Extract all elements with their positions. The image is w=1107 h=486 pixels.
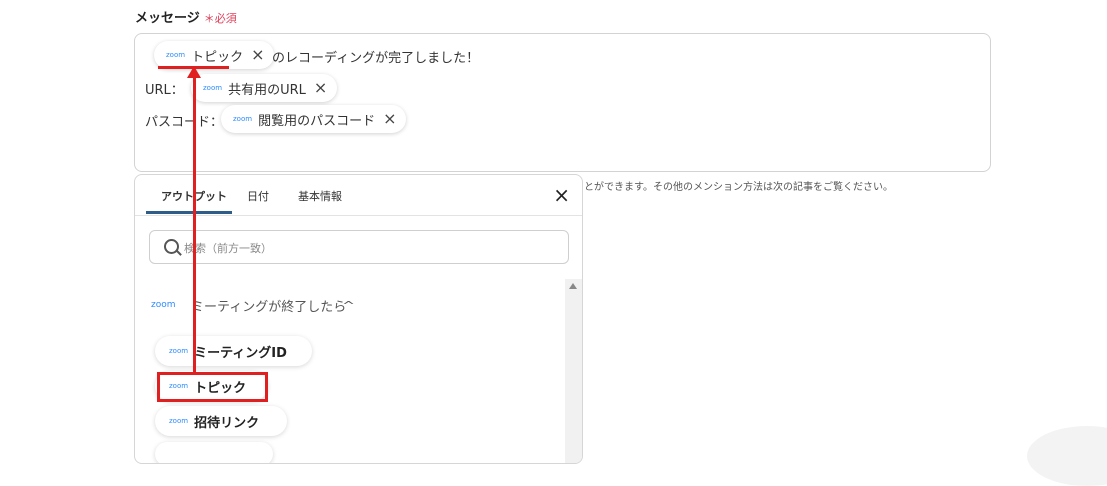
zoom-icon: zoom [166,51,186,59]
output-item-label: 招待リンク [194,415,260,431]
required-badge: ＊必須 [203,12,237,25]
chip-share-url-label: 共有用のURL [228,82,306,98]
zoom-logo-icon: zoom [151,300,176,310]
tab-bar: アウトプット 日付 基本情報 × [135,175,582,216]
output-item-invite-link[interactable]: zoom 招待リンク [155,406,287,436]
message-field-label: メッセージ ＊必須 [135,7,237,26]
chip-passcode-label: 閲覧用のパスコード [258,113,376,129]
scroll-up-icon[interactable] [569,283,577,289]
message-editor[interactable]: zoom トピック × のレコーディングが完了しました！ URL： zoom 共… [134,33,991,172]
search-placeholder: 検索（前方一致） [184,242,272,255]
chip-share-url[interactable]: zoom 共有用のURL × [191,74,338,102]
help-text: とができます。その他のメンション方法は次の記事をご覧ください。 [584,182,893,193]
chip-remove-icon[interactable]: × [251,47,264,63]
zoom-icon: zoom [233,115,253,123]
scrollbar[interactable] [565,279,582,463]
search-input[interactable]: 検索（前方一致） [149,230,569,264]
output-item-meeting-id[interactable]: zoom ミーティングID [155,336,312,366]
active-tab-indicator [146,211,232,214]
chip-passcode[interactable]: zoom 閲覧用のパスコード × [221,105,407,133]
zoom-icon: zoom [169,347,189,355]
annotation-arrow-shaft [193,76,196,373]
output-item-partial[interactable] [155,442,273,463]
zoom-icon: zoom [169,417,189,425]
annotation-arrow-head [187,66,201,78]
chip-remove-icon[interactable]: × [383,111,396,127]
chip-remove-icon[interactable]: × [314,80,327,96]
close-icon[interactable]: × [553,183,570,207]
output-picker-panel: アウトプット 日付 基本情報 × 検索（前方一致） zoom ミーティングが終了… [134,174,583,464]
message-label-text: メッセージ [135,11,200,26]
zoom-icon: zoom [203,84,223,92]
search-icon [164,239,179,254]
chip-topic-label: トピック [191,49,244,65]
chip-topic[interactable]: zoom トピック × [154,41,275,69]
editor-text-line1: のレコーディングが完了しました！ [272,51,480,66]
tab-date[interactable]: 日付 [247,188,269,204]
highlight-box [157,372,268,402]
editor-passcode-prefix: パスコード： [145,115,224,130]
chevron-up-icon[interactable]: ^ [342,299,355,312]
section-title[interactable]: ミーティングが終了したら [191,296,346,315]
output-item-label: ミーティングID [194,345,287,361]
editor-url-prefix: URL： [145,83,184,98]
corner-shadow [1027,426,1107,486]
tab-basic-info[interactable]: 基本情報 [298,188,342,204]
